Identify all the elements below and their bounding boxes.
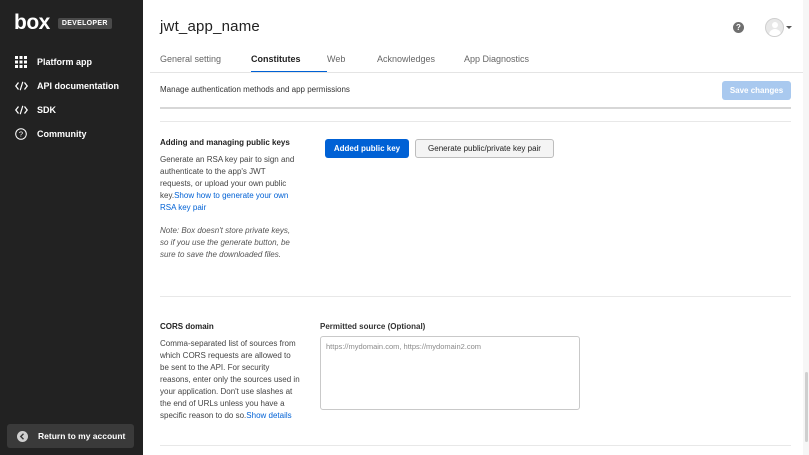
divider <box>160 296 791 297</box>
tab-web[interactable]: Web <box>327 54 377 72</box>
sidebar-item-label: SDK <box>37 105 57 115</box>
private-key-note: Note: Box doesn't store private keys, so… <box>160 226 291 259</box>
public-keys-description: Generate an RSA key pair to sign and aut… <box>160 154 300 214</box>
sidebar-nav: Platform app API documentation SDK ? Com… <box>0 50 143 146</box>
cors-description: Comma-separated list of sources from whi… <box>160 338 300 422</box>
divider <box>150 72 809 73</box>
added-public-key-button[interactable]: Added public key <box>325 139 409 158</box>
tab-constitutes[interactable]: Constitutes <box>251 54 327 73</box>
avatar <box>765 18 784 37</box>
save-changes-button[interactable]: Save changes <box>722 81 791 100</box>
tab-acknowledges[interactable]: Acknowledges <box>377 54 464 72</box>
cors-domain-title: CORS domain <box>160 322 214 331</box>
sidebar-item-label: Community <box>37 129 87 139</box>
sidebar-item-community[interactable]: ? Community <box>0 122 143 146</box>
help-circle-icon: ? <box>14 127 28 141</box>
sidebar-item-label: API documentation <box>37 81 120 91</box>
public-keys-title: Adding and managing public keys <box>160 138 290 147</box>
sidebar-item-api-documentation[interactable]: API documentation <box>0 74 143 98</box>
show-details-link[interactable]: Show details <box>246 411 291 420</box>
sidebar-item-label: Platform app <box>37 57 93 67</box>
page-subtitle: Manage authentication methods and app pe… <box>160 85 350 94</box>
scrollbar-thumb[interactable] <box>805 372 808 442</box>
code-icon <box>14 103 28 117</box>
logo-text: box <box>14 11 50 34</box>
divider <box>160 121 791 122</box>
permitted-source-label: Permitted source (Optional) <box>320 322 426 331</box>
box-logo[interactable]: box DEVELOPER <box>14 11 112 34</box>
back-arrow-icon <box>15 429 29 443</box>
grid-icon <box>14 55 28 69</box>
permitted-source-input[interactable] <box>320 336 580 410</box>
tab-app-diagnostics[interactable]: App Diagnostics <box>464 54 554 72</box>
generate-key-pair-button[interactable]: Generate public/private key pair <box>415 139 554 158</box>
show-generate-key-link[interactable]: Show how to generate your own RSA key pa… <box>160 191 288 212</box>
developer-badge: DEVELOPER <box>57 17 112 29</box>
svg-text:?: ? <box>19 130 23 139</box>
page-title: jwt_app_name <box>160 18 260 35</box>
sidebar-item-sdk[interactable]: SDK <box>0 98 143 122</box>
tab-bar: General setting Constitutes Web Acknowle… <box>160 54 554 73</box>
return-label: Return to my account <box>38 431 126 441</box>
divider <box>160 107 791 109</box>
account-menu[interactable] <box>765 18 792 37</box>
sidebar-item-platform-app[interactable]: Platform app <box>0 50 143 74</box>
tab-general-setting[interactable]: General setting <box>160 54 251 72</box>
cors-desc-text: Comma-separated list of sources from whi… <box>160 339 300 420</box>
code-icon <box>14 79 28 93</box>
chevron-down-icon <box>786 26 792 29</box>
help-icon[interactable]: ? <box>733 22 744 33</box>
divider <box>160 445 791 446</box>
sidebar: box DEVELOPER Platform app API documenta… <box>0 0 143 455</box>
return-to-account-button[interactable]: Return to my account <box>7 424 134 448</box>
